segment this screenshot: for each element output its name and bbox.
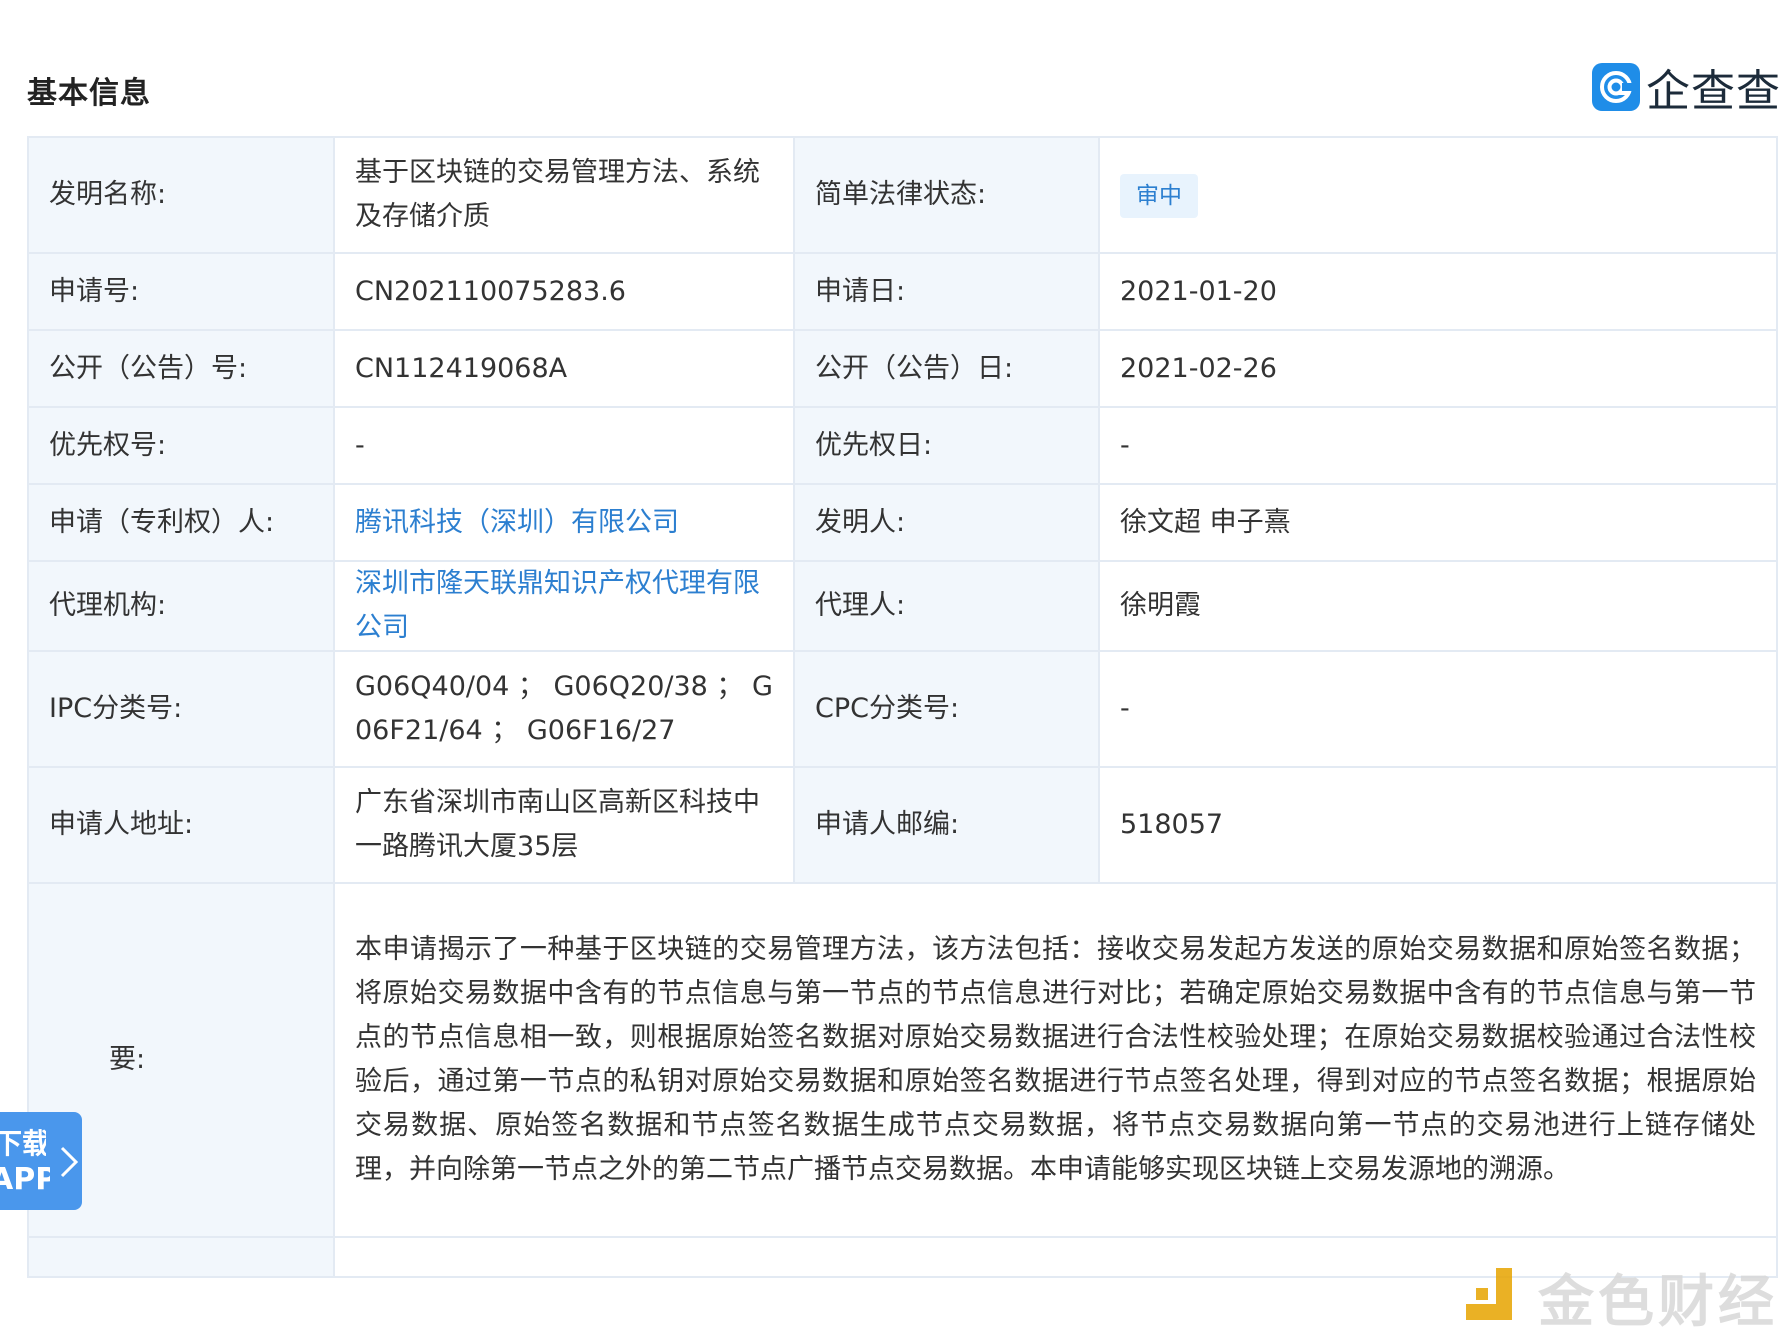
agency-label: 代理机构: — [27, 560, 335, 652]
table-row: 申请人地址: 广东省深圳市南山区高新区科技中一路腾讯大厦35层 申请人邮编: 5… — [27, 766, 1778, 884]
applicant-cell: 腾讯科技（深圳）有限公司 — [333, 483, 795, 562]
priority-date-value: - — [1098, 406, 1778, 485]
legal-status-cell: 审中 — [1098, 136, 1778, 254]
table-row: 发明名称: 基于区块链的交易管理方法、系统及存储介质 简单法律状态: 审中 — [27, 136, 1778, 254]
jinse-logo-icon — [1466, 1268, 1512, 1320]
agent-label: 代理人: — [793, 560, 1100, 652]
publication-no-value: CN112419068A — [333, 329, 795, 408]
applicant-link[interactable]: 腾讯科技（深圳）有限公司 — [355, 507, 679, 538]
agent-value: 徐明霞 — [1098, 560, 1778, 652]
brand-name: 企查查 — [1646, 66, 1781, 117]
application-date-value: 2021-01-20 — [1098, 252, 1778, 331]
table-row: 公开（公告）号: CN112419068A 公开（公告）日: 2021-02-2… — [27, 329, 1778, 408]
empty-cell — [27, 1236, 335, 1278]
chevron-right-icon — [60, 1146, 79, 1178]
legal-status-label: 简单法律状态: — [793, 136, 1100, 254]
download-tab-line1: 下载 — [0, 1127, 46, 1160]
publication-date-value: 2021-02-26 — [1098, 329, 1778, 408]
inventor-label: 发明人: — [793, 483, 1100, 562]
qichacha-logo-icon — [1592, 63, 1640, 111]
table-row: 优先权号: - 优先权日: - — [27, 406, 1778, 485]
postcode-label: 申请人邮编: — [793, 766, 1100, 884]
application-no-value: CN202110075283.6 — [333, 252, 795, 331]
ipc-label: IPC分类号: — [27, 650, 335, 768]
agency-link[interactable]: 深圳市隆天联鼎知识产权代理有限公司 — [355, 568, 760, 643]
status-badge: 审中 — [1120, 173, 1198, 218]
section-title: 基本信息 — [27, 76, 151, 111]
invention-name-value: 基于区块链的交易管理方法、系统及存储介质 — [333, 136, 795, 254]
cpc-value: - — [1098, 650, 1778, 768]
publication-date-label: 公开（公告）日: — [793, 329, 1100, 408]
priority-no-value: - — [333, 406, 795, 485]
abstract-label-text: 要: — [109, 1044, 146, 1075]
priority-no-label: 优先权号: — [27, 406, 335, 485]
invention-name-label: 发明名称: — [27, 136, 335, 254]
applicant-label: 申请（专利权）人: — [27, 483, 335, 562]
agency-cell: 深圳市隆天联鼎知识产权代理有限公司 — [333, 560, 795, 652]
download-app-tab[interactable]: 下载 APP — [0, 1112, 82, 1210]
table-row: 申请号: CN202110075283.6 申请日: 2021-01-20 — [27, 252, 1778, 331]
watermark: 金色财经 — [1462, 1262, 1778, 1335]
watermark-text: 金色财经 — [1538, 1269, 1778, 1335]
publication-no-label: 公开（公告）号: — [27, 329, 335, 408]
inventor-value: 徐文超 申子熹 — [1098, 483, 1778, 562]
patent-info-table: 发明名称: 基于区块链的交易管理方法、系统及存储介质 简单法律状态: 审中 申请… — [27, 136, 1778, 1278]
table-row: IPC分类号: G06Q40/04 ； G06Q20/38 ； G06F21/6… — [27, 650, 1778, 768]
brand-logo[interactable]: 企查查 — [1592, 62, 1781, 117]
download-tab-line2: APP — [0, 1162, 50, 1197]
address-label: 申请人地址: — [27, 766, 335, 884]
section-header: 基本信息 企查查 — [0, 60, 1792, 117]
table-row: 代理机构: 深圳市隆天联鼎知识产权代理有限公司 代理人: 徐明霞 — [27, 560, 1778, 652]
application-date-label: 申请日: — [793, 252, 1100, 331]
table-row: 申请（专利权）人: 腾讯科技（深圳）有限公司 发明人: 徐文超 申子熹 — [27, 483, 1778, 562]
cpc-label: CPC分类号: — [793, 650, 1100, 768]
abstract-value: 本申请揭示了一种基于区块链的交易管理方法，该方法包括：接收交易发起方发送的原始交… — [333, 882, 1778, 1238]
table-row: 要: 本申请揭示了一种基于区块链的交易管理方法，该方法包括：接收交易发起方发送的… — [27, 882, 1778, 1238]
application-no-label: 申请号: — [27, 252, 335, 331]
ipc-value: G06Q40/04 ； G06Q20/38 ； G06F21/64 ； G06F… — [333, 650, 795, 768]
postcode-value: 518057 — [1098, 766, 1778, 884]
priority-date-label: 优先权日: — [793, 406, 1100, 485]
address-value: 广东省深圳市南山区高新区科技中一路腾讯大厦35层 — [333, 766, 795, 884]
